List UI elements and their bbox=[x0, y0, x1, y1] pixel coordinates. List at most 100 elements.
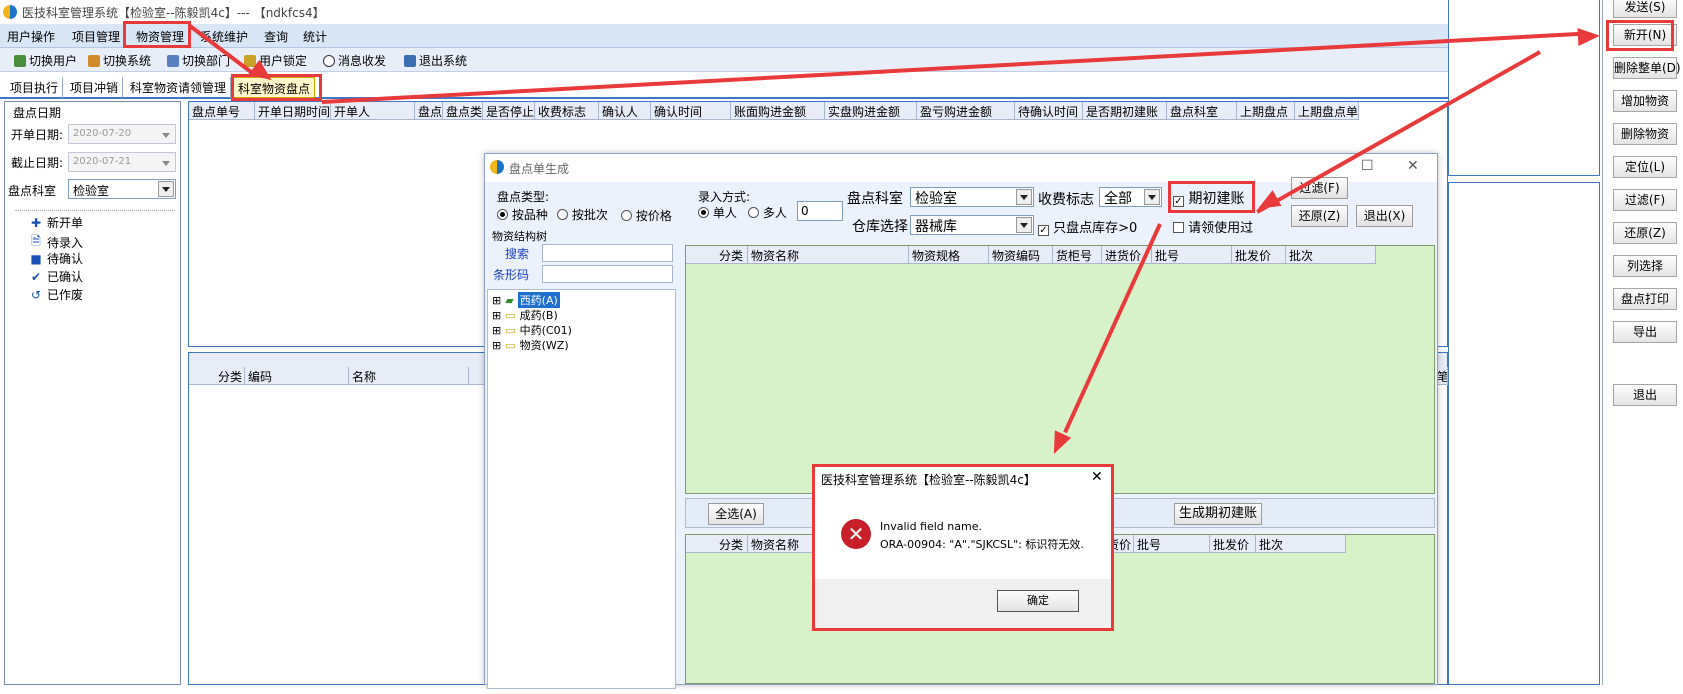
error-ok-button[interactable]: 确定 bbox=[997, 590, 1079, 612]
dialog-restore-button[interactable]: 还原(Z) bbox=[1291, 205, 1348, 227]
col-header[interactable]: 收费标志 bbox=[535, 102, 599, 120]
expand-icon[interactable]: ⊞ bbox=[492, 339, 501, 352]
column-select-button[interactable]: 列选择 bbox=[1613, 255, 1677, 277]
locate-button[interactable]: 定位(L) bbox=[1613, 156, 1677, 178]
chevron-down-icon[interactable] bbox=[1016, 189, 1032, 205]
expand-icon[interactable]: ⊞ bbox=[492, 294, 501, 307]
col-header[interactable]: 是否停止 bbox=[483, 102, 535, 120]
col-header[interactable]: 批次 bbox=[1286, 246, 1376, 264]
dept-select[interactable]: 检验室 bbox=[68, 179, 176, 199]
select-all-button[interactable]: 全选(A) bbox=[708, 503, 764, 525]
col-header[interactable]: 待确认时间 bbox=[1015, 102, 1083, 120]
col-header[interactable]: 货柜号 bbox=[1053, 246, 1102, 264]
entry-option-multi[interactable]: 多人 bbox=[748, 204, 787, 221]
radio-icon bbox=[557, 209, 568, 220]
quit-button[interactable]: 退出 bbox=[1613, 384, 1677, 406]
generate-opening-button[interactable]: 生成期初建账 bbox=[1174, 503, 1262, 525]
menu-statistics[interactable]: 统计 bbox=[303, 28, 327, 45]
tree-item-confirmed[interactable]: ✔ 已确认 bbox=[29, 268, 83, 285]
tree-node-supplies[interactable]: ⊞ ▭ 物资(WZ) bbox=[492, 337, 569, 353]
switch-system-button[interactable]: 切换系统 bbox=[88, 52, 151, 69]
error-close-icon[interactable]: ✕ bbox=[1091, 469, 1103, 485]
col-header[interactable]: 分类 bbox=[716, 246, 748, 264]
col-header[interactable]: 确认人 bbox=[599, 102, 651, 120]
search-input[interactable] bbox=[542, 244, 673, 262]
tree-node-chinese[interactable]: ⊞ ▭ 中药(C01) bbox=[492, 322, 572, 338]
entry-option-single[interactable]: 单人 bbox=[698, 204, 737, 221]
expand-icon[interactable]: ⊞ bbox=[492, 309, 501, 322]
col-header[interactable]: 上期盘点单 bbox=[1295, 102, 1359, 120]
only-stock-checkbox[interactable]: ✓ 只盘点库存>0 bbox=[1038, 217, 1137, 236]
col-header[interactable]: 物资规格 bbox=[909, 246, 989, 264]
restore-button[interactable]: 还原(Z) bbox=[1613, 222, 1677, 244]
export-button[interactable]: 导出 bbox=[1613, 321, 1677, 343]
tab-project-reverse[interactable]: 项目冲销 bbox=[66, 77, 124, 98]
col-header[interactable]: 批发价 bbox=[1232, 246, 1286, 264]
tree-item-pending-confirm[interactable]: ■ 待确认 bbox=[29, 250, 83, 267]
col-header[interactable]: 批号 bbox=[1152, 246, 1232, 264]
fee-select[interactable]: 全部 bbox=[1099, 187, 1162, 207]
dept-dropdown-icon[interactable] bbox=[158, 181, 174, 197]
col-header[interactable]: 分类 bbox=[716, 535, 748, 553]
messages-button[interactable]: 消息收发 bbox=[323, 52, 386, 69]
maximize-icon[interactable]: ☐ bbox=[1361, 158, 1374, 174]
warehouse-select[interactable]: 器械库 bbox=[910, 215, 1034, 235]
exit-system-button[interactable]: 退出系统 bbox=[404, 52, 467, 69]
col-header[interactable]: 盘点单号 bbox=[189, 102, 255, 120]
barcode-input[interactable] bbox=[542, 265, 673, 283]
switch-user-button[interactable]: 切换用户 bbox=[14, 52, 77, 69]
expand-icon[interactable]: ⊞ bbox=[492, 324, 501, 337]
checkbox-icon bbox=[1173, 222, 1184, 233]
type-option-batch[interactable]: 按批次 bbox=[557, 206, 608, 223]
tab-supply-request[interactable]: 科室物资请领管理 bbox=[126, 77, 232, 98]
end-date-field[interactable]: 2020-07-21 bbox=[68, 152, 176, 172]
col-header[interactable]: 是否期初建账 bbox=[1083, 102, 1167, 120]
col-header[interactable]: 名称 bbox=[349, 367, 469, 385]
col-header[interactable]: 分类 bbox=[215, 367, 245, 385]
send-button[interactable]: 发送(S) bbox=[1613, 0, 1677, 18]
chevron-down-icon[interactable] bbox=[1016, 217, 1032, 233]
close-icon[interactable]: ✕ bbox=[1407, 158, 1419, 174]
menu-user-ops[interactable]: 用户操作 bbox=[7, 28, 55, 45]
col-header[interactable]: 物资名称 bbox=[748, 246, 909, 264]
tree-node-western[interactable]: ⊞ ▰ 西药(A) bbox=[492, 292, 560, 308]
col-header[interactable]: 批次 bbox=[1256, 535, 1346, 553]
col-header[interactable]: 编码 bbox=[245, 367, 349, 385]
col-header[interactable]: 盘点科室 bbox=[1167, 102, 1237, 120]
col-header[interactable]: 确认时间 bbox=[651, 102, 731, 120]
entry-count-stepper[interactable]: 0 bbox=[797, 201, 843, 221]
add-supply-button[interactable]: 增加物资 bbox=[1613, 90, 1677, 112]
dialog-exit-button[interactable]: 退出(X) bbox=[1356, 205, 1413, 227]
col-header[interactable]: 实盘购进金额 bbox=[825, 102, 917, 120]
col-header[interactable]: 批号 bbox=[1134, 535, 1210, 553]
menu-query[interactable]: 查询 bbox=[264, 28, 288, 45]
inventory-print-button[interactable]: 盘点打印 bbox=[1613, 288, 1677, 310]
tree-item-new[interactable]: ✚ 新开单 bbox=[29, 214, 83, 231]
col-header[interactable]: 开单人 bbox=[331, 102, 415, 120]
col-header[interactable]: 账面购进金额 bbox=[731, 102, 825, 120]
col-header[interactable]: 批发价 bbox=[1210, 535, 1256, 553]
tree-item-voided[interactable]: ↺ 已作废 bbox=[29, 286, 83, 303]
chevron-down-icon[interactable] bbox=[1144, 189, 1160, 205]
filter-button[interactable]: 过滤(F) bbox=[1613, 189, 1677, 211]
col-header[interactable]: 开单日期时间 bbox=[255, 102, 331, 120]
switch-dept-button[interactable]: 切换部门 bbox=[167, 52, 230, 69]
dept-select-value: 检验室 bbox=[73, 184, 110, 198]
delete-order-button[interactable]: 删除整单(D) bbox=[1613, 57, 1681, 79]
dialog-dept-select[interactable]: 检验室 bbox=[910, 187, 1034, 207]
menu-project-mgmt[interactable]: 项目管理 bbox=[72, 28, 120, 45]
col-header[interactable]: 盘点类 bbox=[443, 102, 483, 120]
col-header[interactable]: 盈亏购进金额 bbox=[917, 102, 1015, 120]
delete-supply-button[interactable]: 删除物资 bbox=[1613, 123, 1677, 145]
used-checkbox[interactable]: 请领使用过 bbox=[1173, 217, 1253, 236]
tab-project-exec[interactable]: 项目执行 bbox=[6, 77, 64, 98]
type-option-item[interactable]: 按品种 bbox=[497, 206, 548, 223]
col-header[interactable]: 盘点 bbox=[415, 102, 443, 120]
col-header[interactable]: 上期盘点 bbox=[1237, 102, 1295, 120]
start-date-field[interactable]: 2020-07-20 bbox=[68, 124, 176, 144]
dept-label: 盘点科室 bbox=[8, 184, 57, 198]
supply-tree[interactable]: ⊞ ▰ 西药(A) ⊞ ▭ 成药(B) ⊞ ▭ 中药(C01) ⊞ ▭ 物资(WZ) bbox=[487, 289, 676, 689]
tree-node-patent[interactable]: ⊞ ▭ 成药(B) bbox=[492, 307, 558, 323]
col-header[interactable]: 物资编码 bbox=[989, 246, 1053, 264]
type-option-price[interactable]: 按价格 bbox=[621, 207, 672, 224]
